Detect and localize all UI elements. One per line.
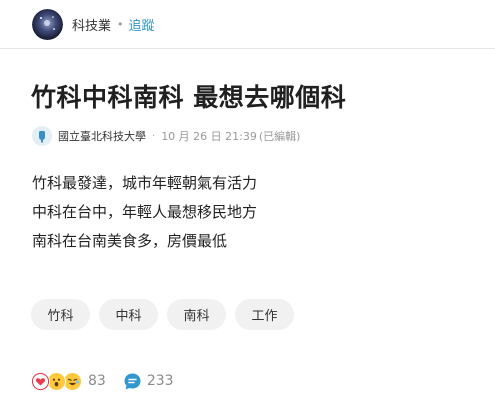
comment-count: 233 (146, 373, 174, 389)
comment-icon[interactable] (123, 372, 142, 391)
body-line: 中科在台中，年輕人最想移民地方 (32, 203, 258, 221)
tag-chip[interactable]: 竹科 (31, 299, 90, 330)
edited-label: (已編輯) (258, 130, 301, 143)
body-line: 竹科最發達，城市年輕朝氣有活力 (32, 174, 258, 192)
follow-button[interactable]: 追蹤 (129, 15, 155, 34)
post-body: 竹科最發達，城市年輕朝氣有活力 中科在台中，年輕人最想移民地方 南科在台南美食多… (32, 169, 257, 256)
board-avatar[interactable] (32, 8, 63, 40)
post-timestamp: 10 月 26 日 21:39 (161, 130, 257, 143)
school-icon (32, 126, 52, 146)
board-header: 科技業 • 追蹤 (0, 0, 495, 48)
body-line: 南科在台南美食多，房價最低 (32, 232, 228, 250)
reaction-bar: 83 233 (31, 369, 174, 393)
heart-reaction-icon (31, 371, 50, 391)
tag-chip[interactable]: 工作 (235, 299, 294, 330)
post-meta: 國立臺北科技大學 · 10 月 26 日 21:39 (已編輯) (32, 125, 300, 147)
post-title: 竹科中科南科 最想去哪個科 (31, 83, 347, 112)
tag-chip[interactable]: 南科 (167, 299, 226, 330)
tag-chip[interactable]: 中科 (99, 299, 158, 330)
header-divider (0, 48, 495, 49)
separator-dot: • (117, 17, 124, 31)
reaction-icons[interactable] (31, 371, 82, 391)
tag-list: 竹科 中科 南科 工作 (31, 299, 303, 330)
reaction-count: 83 (88, 373, 106, 389)
meta-separator: · (152, 130, 156, 142)
author-school[interactable]: 國立臺北科技大學 (58, 128, 146, 144)
board-name[interactable]: 科技業 (72, 15, 111, 34)
